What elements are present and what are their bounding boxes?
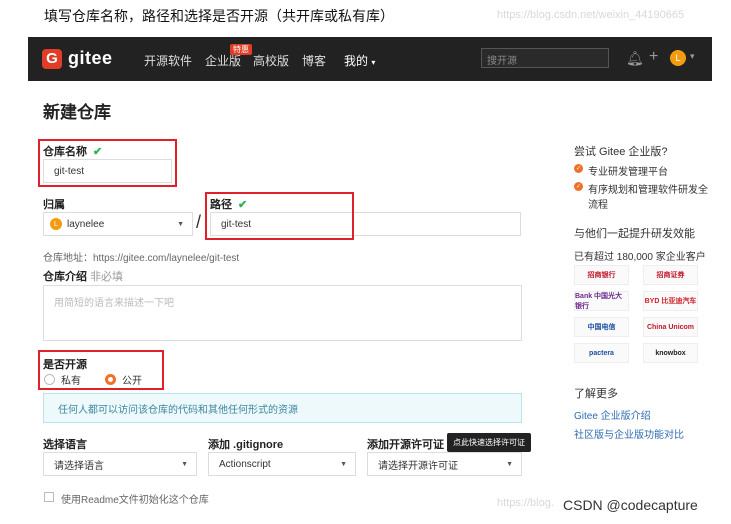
- top-navbar: G gitee 开源软件 企业版 特惠 高校版 博客 我的 ▾ 搜开源 🔔︎ +…: [28, 37, 712, 81]
- check-circle-icon: ✓: [574, 164, 583, 173]
- gitignore-select[interactable]: Actionscript ▼: [208, 452, 356, 476]
- logo-byd: BYD 比亚迪汽车: [643, 291, 698, 311]
- gitee-logo-icon: G: [42, 48, 62, 69]
- enterprise-intro-link[interactable]: Gitee 企业版介绍: [574, 407, 651, 422]
- avatar-chevron-down-icon[interactable]: ▾: [690, 51, 695, 62]
- owner-label: 归属: [43, 199, 65, 211]
- gitee-logo[interactable]: G gitee: [42, 48, 113, 69]
- caption-watermark: https://blog.csdn.net/weixin_44190665: [497, 9, 685, 21]
- logo-cmb: 招商银行: [574, 265, 629, 285]
- readme-label: 使用Readme文件初始化这个仓库: [61, 495, 209, 506]
- plus-icon[interactable]: +: [649, 48, 658, 66]
- chevron-down-icon: ▾: [371, 58, 376, 67]
- logo-ceb-bank: Bank 中国光大银行: [574, 291, 629, 311]
- highlight-box-repo-name: [38, 139, 177, 187]
- caption-text: 填写仓库名称，路径和选择是否开源（共开库或私有库）: [44, 9, 394, 25]
- feature-item: ✓ 有序规划和管理软件研发全流程: [574, 181, 709, 211]
- check-circle-icon: ✓: [574, 182, 583, 191]
- language-value: 请选择语言: [54, 460, 104, 472]
- intro-label-text: 仓库介绍: [43, 271, 87, 283]
- customers-count: 已有超过 180,000 家企业客户: [574, 252, 706, 263]
- repo-address: 仓库地址：https://gitee.com/laynelee/git-test: [43, 253, 240, 264]
- together-title: 与他们一起提升研发效能: [574, 228, 695, 240]
- chevron-down-icon: ▼: [340, 461, 347, 468]
- page-title: 新建仓库: [43, 103, 111, 122]
- feature-item: ✓ 专业研发管理平台: [574, 163, 709, 178]
- feature-text: 专业研发管理平台: [588, 167, 668, 178]
- owner-avatar: L: [50, 218, 62, 230]
- intro-label: 仓库介绍 非必填: [43, 268, 123, 284]
- visibility-notice: 任何人都可以访问该仓库的代码和其他任何形式的资源: [43, 393, 522, 423]
- nav-item-university[interactable]: 高校版: [253, 52, 289, 69]
- highlight-box-path: [205, 192, 354, 240]
- owner-value: laynelee: [67, 218, 105, 230]
- gitignore-value: Actionscript: [219, 458, 271, 470]
- language-label: 选择语言: [43, 439, 87, 451]
- learn-more-title: 了解更多: [574, 388, 618, 400]
- path-separator: /: [196, 212, 202, 232]
- intro-optional: 非必填: [90, 271, 124, 283]
- nav-item-blog[interactable]: 博客: [302, 52, 326, 69]
- csdn-watermark: CSDN @codecapture: [563, 497, 698, 513]
- logo-cmbc-securities: 招商证券: [643, 265, 698, 285]
- chevron-down-icon: ▼: [181, 461, 188, 468]
- customer-logo-grid: 招商银行 招商证券 Bank 中国光大银行 BYD 比亚迪汽车 中国电信 Chi…: [574, 265, 703, 363]
- nav-item-mine[interactable]: 我的 ▾: [344, 52, 375, 69]
- logo-knowbox: knowbox: [643, 343, 698, 363]
- language-select[interactable]: 请选择语言 ▼: [43, 452, 197, 476]
- chevron-down-icon: ▼: [506, 461, 513, 468]
- license-label: 添加开源许可证 ⓘ: [367, 436, 458, 452]
- readme-checkbox[interactable]: [44, 492, 54, 502]
- gitignore-label: 添加 .gitignore: [208, 439, 284, 451]
- chevron-down-icon: ▼: [177, 221, 184, 228]
- footer-watermark: https://blog.: [497, 497, 554, 509]
- license-label-text: 添加开源许可证: [367, 439, 444, 451]
- compare-editions-link[interactable]: 社区版与企业版功能对比: [574, 426, 684, 441]
- license-value: 请选择开源许可证: [378, 460, 458, 472]
- intro-textarea[interactable]: 用简短的语言来描述一下吧: [43, 285, 522, 341]
- nav-item-mine-label: 我的: [344, 54, 369, 68]
- logo-china-telecom: 中国电信: [574, 317, 629, 337]
- try-enterprise-title: 尝试 Gitee 企业版?: [574, 146, 668, 158]
- highlight-box-open-source: [38, 350, 164, 390]
- search-input[interactable]: 搜开源: [481, 48, 609, 68]
- avatar[interactable]: L: [670, 50, 686, 66]
- logo-china-unicom: China Unicom: [643, 317, 698, 337]
- license-select[interactable]: 请选择开源许可证 ▼: [367, 452, 522, 476]
- license-tooltip: 点此快速选择许可证: [447, 433, 531, 452]
- brand-name: gitee: [68, 48, 113, 68]
- feature-text: 有序规划和管理软件研发全流程: [588, 185, 708, 211]
- owner-select[interactable]: L laynelee ▼: [43, 212, 193, 236]
- bell-icon[interactable]: 🔔︎: [626, 50, 644, 67]
- nav-item-open-source[interactable]: 开源软件: [144, 52, 192, 69]
- promo-badge: 特惠: [230, 44, 252, 55]
- logo-pactera: pactera: [574, 343, 629, 363]
